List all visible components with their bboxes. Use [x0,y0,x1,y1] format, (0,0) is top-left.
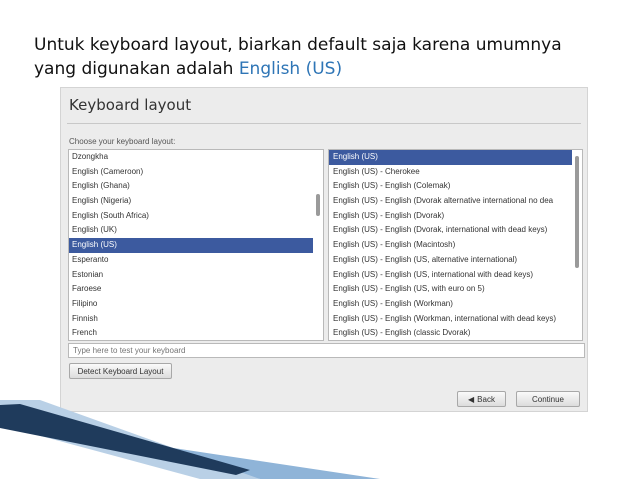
decorative-swoosh [0,400,380,479]
swoosh-dark-band [0,404,250,475]
